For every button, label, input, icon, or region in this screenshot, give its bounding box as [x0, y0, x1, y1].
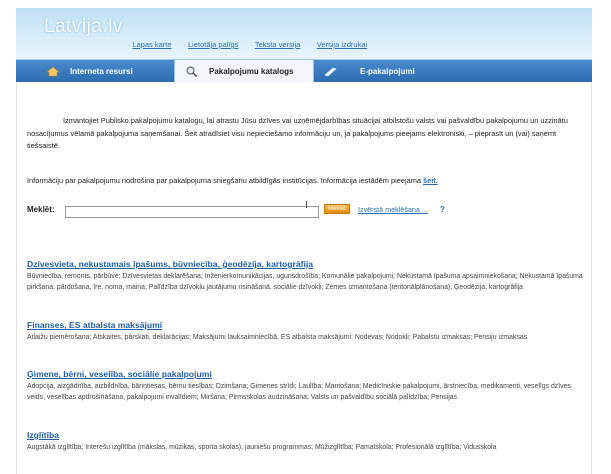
category-housing: Dzīvesvieta, nekustamais īpašums, būvnie…	[27, 259, 583, 293]
site-logo[interactable]: Latvija.lv	[44, 16, 123, 38]
advanced-search-link[interactable]: Izvērstā meklēšana ...	[358, 205, 428, 214]
category-description: Atlaižu piemērošana; Atskaites, pārskati…	[27, 334, 528, 341]
main-tabs: Interneta resursi Pakalpojumu katalogs E…	[16, 59, 592, 83]
tab-service-catalog[interactable]: Pakalpojumu katalogs	[174, 59, 314, 83]
print-version-link[interactable]: Versija izdrukai	[317, 40, 367, 49]
tab-label: E-pakalpojumi	[360, 66, 415, 76]
main-content: Izmantojiet Publisko pakalpojumu katalog…	[16, 82, 592, 474]
header-links: · Lapas karte · Lietotāja palīgs · Teksta v…	[128, 40, 377, 49]
category-description: Būvniecība, remonts, pārbūve; Dzīvesviet…	[27, 273, 583, 291]
search-row: Meklēt: I Meklēt Izvērstā meklēšana ... …	[27, 200, 445, 218]
tab-label: Interneta resursi	[70, 66, 133, 76]
text-version-link[interactable]: Teksta versija	[255, 40, 300, 49]
search-input[interactable]	[65, 205, 319, 218]
search-button[interactable]: Meklēt	[324, 204, 350, 214]
category-title[interactable]: Dzīvesvieta, nekustamais īpašums, būvnie…	[27, 259, 583, 269]
search-icon	[185, 66, 199, 78]
intro-paragraph: Izmantojiet Publisko pakalpojumu katalog…	[27, 115, 583, 153]
category-description: Adopcija, aizgādnība, aizbildnība, bāriņ…	[27, 383, 571, 401]
category-education: Izglītība Augstākā izglītība; Interešu i…	[27, 430, 583, 454]
category-family: Ģimene, bērni, veselība, sociālie pakalp…	[27, 369, 583, 403]
tab-label: Pakalpojumu katalogs	[209, 67, 294, 76]
info-line: Informāciju par pakalpojumu nodrošina pa…	[27, 176, 583, 185]
intro-text: Izmantojiet Publisko pakalpojumu katalog…	[27, 116, 568, 150]
sitemap-link[interactable]: Lapas karte	[132, 40, 171, 49]
info-text: Informāciju par pakalpojumu nodrošina pa…	[27, 176, 424, 185]
tab-internet-resources[interactable]: Interneta resursi	[46, 60, 176, 82]
bullet-icon: ·	[312, 42, 315, 49]
category-finance: Finanses, ES atbalsta maksājumi Atlaižu …	[27, 320, 583, 344]
bullet-icon: ·	[250, 42, 253, 49]
user-help-link[interactable]: Lietotāja palīgs	[188, 40, 238, 49]
home-icon	[46, 66, 60, 77]
category-title[interactable]: Izglītība	[27, 430, 583, 440]
bullet-icon: ·	[128, 42, 131, 49]
tab-e-services[interactable]: E-pakalpojumi	[324, 60, 464, 82]
site-header: Latvija.lv · Lapas karte · Lietotāja palīg…	[16, 8, 592, 60]
page: Latvija.lv · Lapas karte · Lietotāja palīg…	[0, 0, 611, 474]
search-help-link[interactable]: ?	[440, 205, 445, 214]
category-title[interactable]: Ģimene, bērni, veselība, sociālie pakalp…	[27, 369, 583, 379]
info-link[interactable]: šeit.	[423, 176, 438, 185]
search-label: Meklēt:	[27, 204, 55, 214]
pen-icon	[324, 66, 338, 77]
text-cursor-icon: I	[305, 200, 308, 211]
bullet-icon: ·	[183, 42, 186, 49]
category-description: Augstākā izglītība; Interešu izglītība (…	[27, 444, 497, 451]
category-title[interactable]: Finanses, ES atbalsta maksājumi	[27, 320, 583, 330]
